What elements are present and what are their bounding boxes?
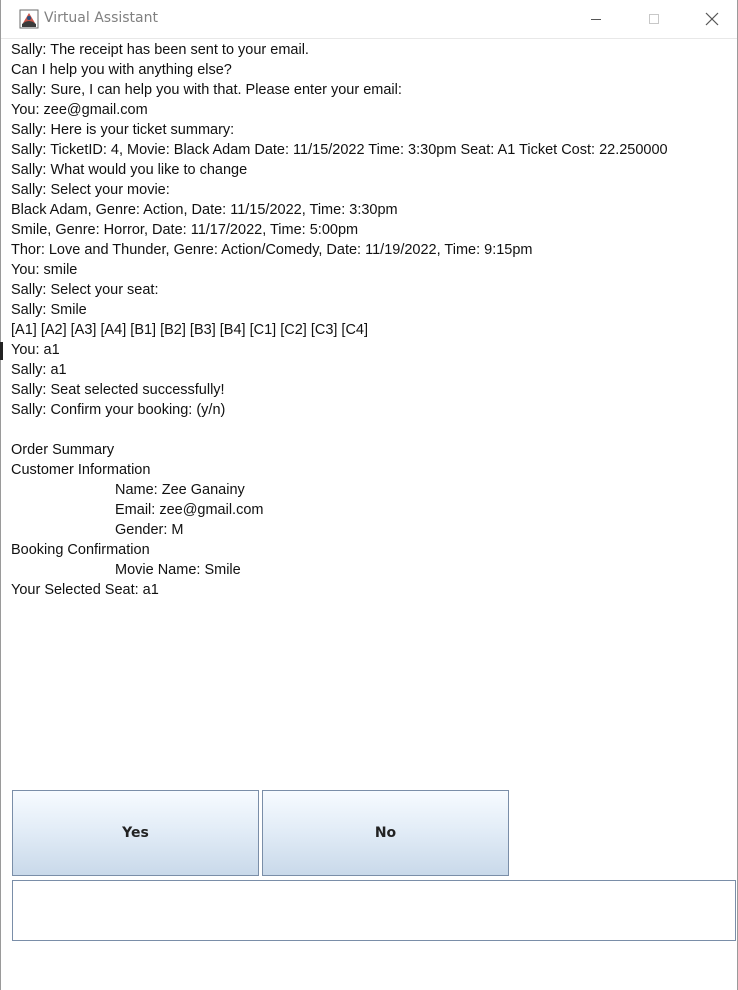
chat-line: Sally: Seat selected successfully! <box>11 382 225 398</box>
chat-line: Customer Information <box>11 462 151 478</box>
window-edge-marker <box>0 342 3 360</box>
chat-line: Movie Name: Smile <box>115 562 241 578</box>
chat-line: Name: Zee Ganainy <box>115 482 245 498</box>
chat-line: Order Summary <box>11 442 115 458</box>
chat-line: Sally: Sure, I can help you with that. P… <box>11 82 402 98</box>
title-bar[interactable]: Virtual Assistant <box>1 0 737 39</box>
chat-line: Sally: TicketID: 4, Movie: Black Adam Da… <box>11 142 668 158</box>
chat-line: Booking Confirmation <box>11 542 150 558</box>
java-cup-icon <box>19 9 39 29</box>
chat-line: Gender: M <box>115 522 184 538</box>
maximize-icon <box>649 14 659 24</box>
chat-line: Sally: Select your seat: <box>11 282 159 298</box>
chat-line <box>11 420 731 440</box>
chat-line: You: smile <box>11 262 78 278</box>
close-icon <box>705 12 719 26</box>
chat-line: Sally: Smile <box>11 302 87 318</box>
chat-line: Sally: Confirm your booking: (y/n) <box>11 402 226 418</box>
message-input[interactable] <box>12 880 736 941</box>
chat-line: Sally: What would you like to change <box>11 162 248 178</box>
chat-line: Thor: Love and Thunder, Genre: Action/Co… <box>11 242 533 258</box>
chat-line: Sally: Select your movie: <box>11 182 170 198</box>
chat-line: Sally: Here is your ticket summary: <box>11 122 235 138</box>
app-window: Virtual Assistant Sally: The receipt has… <box>0 0 738 990</box>
minimize-icon <box>591 19 601 20</box>
chat-line: Smile, Genre: Horror, Date: 11/17/2022, … <box>11 222 359 238</box>
minimize-button[interactable] <box>567 0 625 38</box>
maximize-button[interactable] <box>625 0 683 38</box>
window-title: Virtual Assistant <box>44 10 158 26</box>
chat-line: Black Adam, Genre: Action, Date: 11/15/2… <box>11 202 398 218</box>
close-button[interactable] <box>683 0 738 38</box>
chat-line: You: zee@gmail.com <box>11 102 148 118</box>
chat-line: Sally: The receipt has been sent to your… <box>11 42 309 58</box>
no-button[interactable]: No <box>262 790 509 876</box>
chat-transcript[interactable]: Sally: The receipt has been sent to your… <box>11 40 731 780</box>
chat-line: [A1] [A2] [A3] [A4] [B1] [B2] [B3] [B4] … <box>11 322 369 338</box>
chat-line: Email: zee@gmail.com <box>115 502 264 518</box>
chat-line: Your Selected Seat: a1 <box>11 582 159 598</box>
chat-line: Can I help you with anything else? <box>11 62 232 78</box>
yes-button[interactable]: Yes <box>12 790 259 876</box>
chat-line: You: a1 <box>11 342 60 358</box>
chat-line: Sally: a1 <box>11 362 67 378</box>
